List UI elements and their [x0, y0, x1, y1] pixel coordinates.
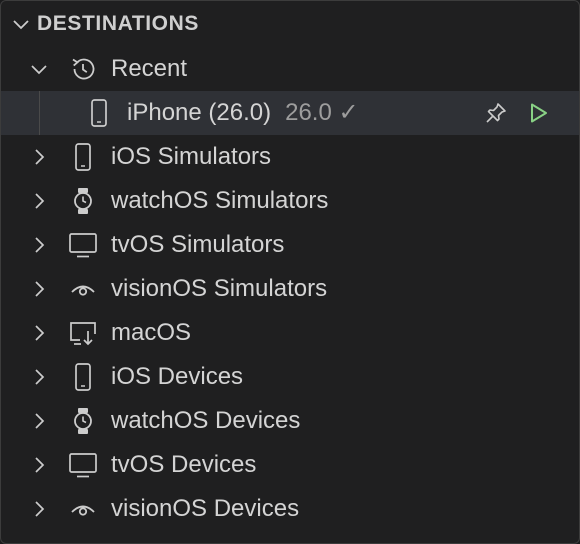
monitor-icon [67, 223, 99, 267]
tree-item-tvos-simulators[interactable]: tvOS Simulators [1, 223, 579, 267]
tree-item-macos[interactable]: macOS [1, 311, 579, 355]
device-name: iPhone (26.0) [127, 99, 272, 126]
section-header[interactable]: DESTINATIONS [1, 1, 579, 47]
indent-guide [39, 91, 40, 135]
chevron-right-icon[interactable] [25, 135, 53, 179]
section-title: DESTINATIONS [37, 12, 199, 35]
chevron-down-icon[interactable] [25, 47, 53, 91]
tree-item-visionos-devices[interactable]: visionOS Devices [1, 487, 579, 531]
vision-eye-icon [67, 267, 99, 311]
tree-item-watchos-devices[interactable]: watchOS Devices [1, 399, 579, 443]
row-actions [483, 91, 551, 135]
tree-item-label: iOS Simulators [111, 143, 272, 170]
tree-item-label: visionOS Devices [111, 495, 300, 522]
tree-item-watchos-simulators[interactable]: watchOS Simulators [1, 179, 579, 223]
tree-item-label: tvOS Devices [111, 451, 257, 478]
chevron-right-icon[interactable] [25, 311, 53, 355]
destinations-panel: DESTINATIONS Recent iPhone (26.0) 26.0 ✓ [0, 0, 580, 544]
tree-item-label: iOS Devices [111, 363, 244, 390]
chevron-right-icon[interactable] [25, 223, 53, 267]
tree-item-visionos-simulators[interactable]: visionOS Simulators [1, 267, 579, 311]
vision-eye-icon [67, 487, 99, 531]
watch-icon [67, 399, 99, 443]
tree-item-label: watchOS Devices [111, 407, 301, 434]
history-icon [67, 47, 99, 91]
mac-display-icon [67, 311, 99, 355]
chevron-down-icon[interactable] [5, 13, 37, 35]
tree-item-recent[interactable]: Recent [1, 47, 579, 91]
tree-item-tvos-devices[interactable]: tvOS Devices [1, 443, 579, 487]
phone-icon [67, 355, 99, 399]
device-label-wrap: iPhone (26.0) 26.0 ✓ [127, 91, 359, 135]
chevron-right-icon[interactable] [25, 179, 53, 223]
tree-item-ios-devices[interactable]: iOS Devices [1, 355, 579, 399]
tree-item-label: Recent [111, 55, 188, 82]
phone-icon [67, 135, 99, 179]
tree-item-label: macOS [111, 319, 192, 346]
tree-item-label: tvOS Simulators [111, 231, 285, 258]
chevron-right-icon[interactable] [25, 443, 53, 487]
chevron-right-icon[interactable] [25, 399, 53, 443]
chevron-right-icon[interactable] [25, 267, 53, 311]
tree-item-label: visionOS Simulators [111, 275, 328, 302]
chevron-right-icon[interactable] [25, 487, 53, 531]
watch-icon [67, 179, 99, 223]
pin-icon[interactable] [483, 100, 509, 126]
tree-item-ios-simulators[interactable]: iOS Simulators [1, 135, 579, 179]
play-icon[interactable] [525, 100, 551, 126]
monitor-icon [67, 443, 99, 487]
recent-device-iphone[interactable]: iPhone (26.0) 26.0 ✓ [1, 91, 579, 135]
device-version: 26.0 ✓ [285, 99, 359, 126]
chevron-right-icon[interactable] [25, 355, 53, 399]
tree-item-label: watchOS Simulators [111, 187, 329, 214]
phone-icon [83, 91, 115, 135]
